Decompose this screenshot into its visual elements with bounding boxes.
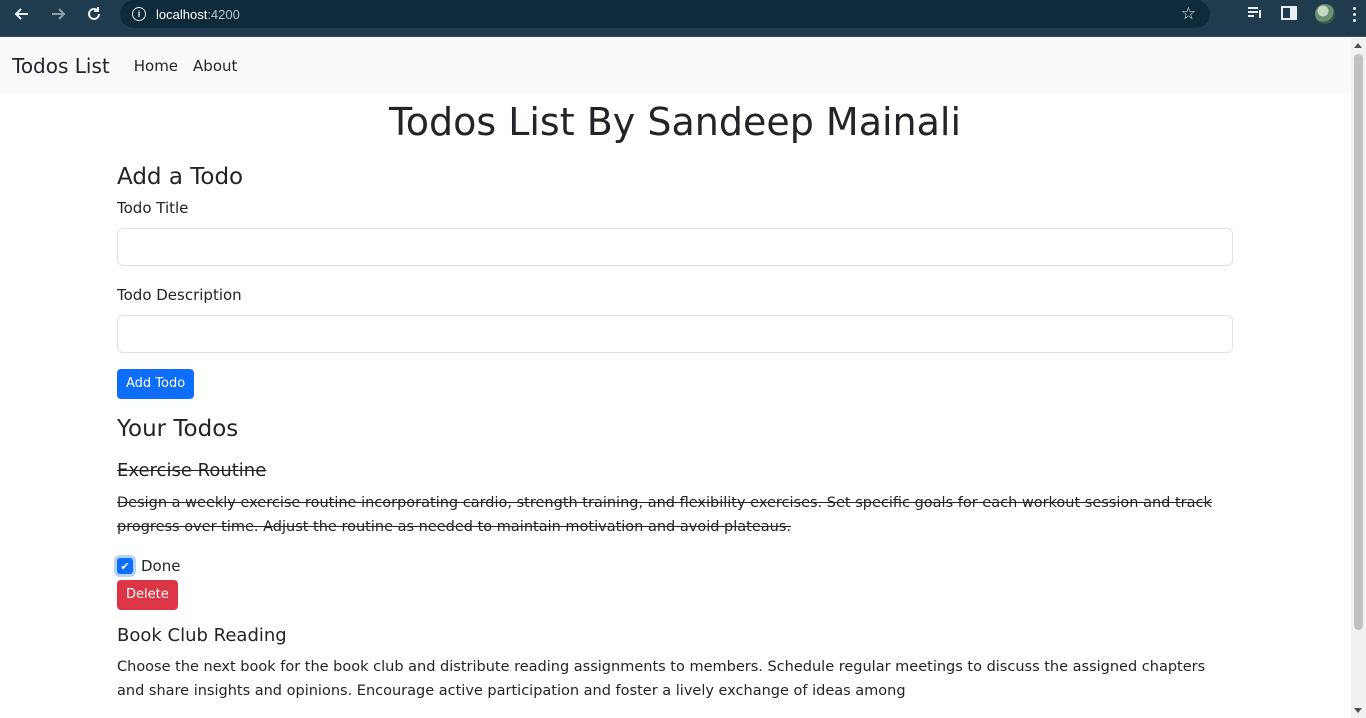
add-todo-heading: Add a Todo [117, 164, 244, 190]
done-checkbox-row[interactable]: ✔ Done [117, 557, 1233, 575]
browser-toolbar: i localhost:4200 ☆ [0, 0, 1366, 37]
back-arrow-icon[interactable] [8, 0, 36, 28]
your-todos-heading: Your Todos [117, 416, 239, 442]
todo-title: Exercise Routine [117, 460, 267, 481]
todo-item: Exercise Routine Design a weekly exercis… [117, 459, 1233, 610]
page-title: Todos List By Sandeep Mainali [388, 100, 962, 144]
todo-item: Book Club Reading Choose the next book f… [117, 624, 1233, 703]
todo-title-label: Todo Title [117, 199, 189, 217]
browser-menu-icon[interactable] [1353, 6, 1356, 22]
main-container: Todos List By Sandeep Mainali Add a Todo… [117, 94, 1233, 703]
navbar: Todos List Home About [0, 38, 1351, 94]
profile-avatar[interactable] [1315, 4, 1335, 24]
todo-description: Design a weekly exercise routine incorpo… [117, 495, 1212, 535]
url-host: localhost [156, 6, 208, 22]
done-label: Done [141, 557, 181, 575]
bookmark-star-icon[interactable]: ☆ [1181, 4, 1196, 24]
todo-title: Book Club Reading [117, 625, 287, 646]
done-checkbox[interactable]: ✔ [117, 558, 133, 574]
scroll-down-icon[interactable] [1354, 708, 1362, 713]
address-bar[interactable]: i localhost:4200 ☆ [120, 0, 1210, 28]
scrollbar-thumb[interactable] [1354, 54, 1363, 630]
side-panel-icon[interactable] [1281, 5, 1297, 24]
forward-arrow-icon[interactable] [44, 0, 72, 28]
nav-link-about[interactable]: About [193, 57, 237, 75]
delete-button[interactable]: Delete [117, 580, 178, 610]
nav-link-home[interactable]: Home [134, 57, 178, 75]
todo-description-label: Todo Description [117, 286, 242, 304]
media-queue-icon[interactable] [1247, 5, 1263, 24]
todo-description-input[interactable] [117, 315, 1233, 353]
url-port: :4200 [207, 6, 240, 22]
scroll-up-icon[interactable] [1354, 43, 1362, 48]
todo-title-input[interactable] [117, 228, 1233, 266]
todo-description: Choose the next book for the book club a… [117, 659, 1206, 699]
site-info-icon[interactable]: i [132, 7, 146, 21]
page-viewport: Todos List Home About Todos List By Sand… [0, 38, 1366, 718]
add-todo-button[interactable]: Add Todo [117, 369, 195, 399]
navbar-brand[interactable]: Todos List [12, 54, 110, 78]
reload-icon[interactable] [80, 0, 108, 28]
page-scrollbar[interactable] [1351, 38, 1366, 718]
